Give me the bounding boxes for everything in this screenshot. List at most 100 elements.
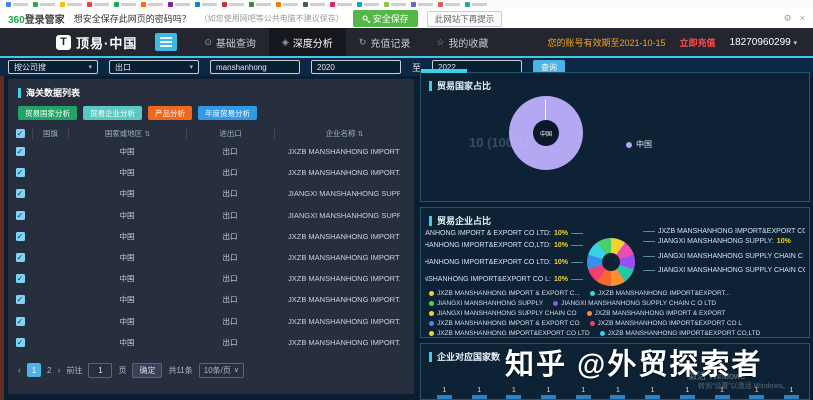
bookmark-item[interactable] bbox=[33, 2, 55, 7]
bookmark-item[interactable] bbox=[384, 2, 406, 7]
sort-icon[interactable]: ⇅ bbox=[144, 131, 150, 138]
prev-page-icon[interactable]: ‹ bbox=[18, 365, 21, 375]
column-country[interactable]: 国家或地区⇅ bbox=[68, 128, 186, 139]
row-checkbox[interactable]: ✓ bbox=[16, 317, 25, 326]
legend-item[interactable]: JIANGXI MANSHANHONG SUPPLY bbox=[429, 300, 543, 307]
menu-item[interactable]: ☆ 我的收藏 bbox=[423, 28, 501, 56]
menu-item[interactable]: ↻ 充值记录 bbox=[346, 28, 424, 56]
legend-item[interactable]: JIANGXI MANSHANHONG SUPPLY CHAIN C O LTD bbox=[553, 300, 716, 307]
page-2-button[interactable]: 2 bbox=[47, 366, 51, 375]
bar[interactable]: 1 bbox=[472, 387, 487, 399]
page-size-select[interactable]: 10条/页∨ bbox=[199, 363, 244, 378]
row-checkbox[interactable]: ✓ bbox=[16, 189, 25, 198]
legend-item[interactable]: JXZB MANSHANHONG IMPORT & EXPORT CO bbox=[429, 320, 580, 327]
select-all-checkbox[interactable]: ✓ bbox=[16, 129, 25, 138]
row-checkbox[interactable]: ✓ bbox=[16, 211, 25, 220]
row-company-name[interactable]: JXZB MANSHANHONG IMPORT ... bbox=[274, 253, 400, 262]
row-company-name[interactable]: JXZB MANSHANHONG IMPORT... bbox=[274, 338, 400, 347]
row-company-name[interactable]: JIANGXI MANSHANHONG SUPPLY bbox=[274, 189, 400, 198]
bookmark-item[interactable] bbox=[141, 2, 163, 7]
bookmark-item[interactable] bbox=[60, 2, 82, 7]
save-password-button[interactable]: 安全保存 bbox=[353, 10, 418, 27]
table-row[interactable]: ✓ 中国 出口 JXZB MANSHANHONG IMPORT ... bbox=[8, 141, 414, 162]
bookmark-item[interactable] bbox=[87, 2, 109, 7]
row-checkbox[interactable]: ✓ bbox=[16, 295, 25, 304]
legend-item[interactable]: JXZB MANSHANHONG IMPORT & EXPORT bbox=[587, 310, 726, 317]
bookmark-item[interactable] bbox=[195, 2, 217, 7]
next-page-icon[interactable]: › bbox=[57, 365, 60, 375]
table-row[interactable]: ✓ 中国 出口 JXZB MANSHANHONG IMPORT... bbox=[8, 332, 414, 353]
legend-item[interactable]: JXZB MANSHANHONG IMPORT&EXPORT CO L bbox=[590, 320, 742, 327]
bar[interactable]: 1 bbox=[680, 387, 695, 399]
table-row[interactable]: ✓ 中国 出口 JXZB MANSHANHONG IMPORT... bbox=[8, 289, 414, 310]
analysis-button[interactable]: 产品分析 bbox=[148, 106, 192, 120]
dismiss-password-bar-button[interactable]: 此网站下再提示 bbox=[427, 11, 503, 27]
bookmark-item[interactable] bbox=[465, 2, 487, 7]
table-row[interactable]: ✓ 中国 出口 JXZB MANSHANHONG IMPORT... bbox=[8, 311, 414, 332]
bar[interactable]: 1 bbox=[576, 387, 591, 399]
row-checkbox[interactable]: ✓ bbox=[16, 168, 25, 177]
column-company[interactable]: 企业名称⇅ bbox=[274, 128, 414, 139]
gear-icon[interactable]: ⚙ bbox=[784, 13, 792, 24]
trade-type-select[interactable]: 出口▾ bbox=[109, 60, 199, 74]
row-checkbox[interactable]: ✓ bbox=[16, 274, 25, 283]
row-checkbox[interactable]: ✓ bbox=[16, 338, 25, 347]
bookmark-label-stub bbox=[202, 3, 217, 6]
bookmark-item[interactable] bbox=[411, 2, 433, 7]
goto-confirm-button[interactable]: 确定 bbox=[132, 363, 162, 378]
legend-item[interactable]: JXZB MANSHANHONG IMPORT & EXPORT C... bbox=[429, 290, 580, 297]
row-company-name[interactable]: JXZB MANSHANHONG IMPORT... bbox=[274, 274, 400, 283]
row-company-name[interactable]: JXZB MANSHANHONG IMPORT ... bbox=[274, 147, 400, 156]
table-row[interactable]: ✓ 中国 出口 JXZB MANSHANHONG IMPORT... bbox=[8, 268, 414, 289]
legend-item[interactable]: JXZB MANSHANHONG IMPORT&EXPORT CO,LTD bbox=[600, 330, 761, 337]
goto-page-input[interactable]: 1 bbox=[88, 363, 112, 378]
bookmark-item[interactable] bbox=[222, 2, 244, 7]
analysis-button[interactable]: 贸易国家分析 bbox=[18, 106, 77, 120]
row-company-name[interactable]: JXZB MANSHANHONG IMPORT... bbox=[274, 295, 400, 304]
analysis-button[interactable]: 贸易企业分析 bbox=[83, 106, 142, 120]
bookmark-item[interactable] bbox=[438, 2, 460, 7]
search-type-select[interactable]: 按公司搜▾ bbox=[8, 60, 98, 74]
menu-item[interactable]: ◈ 深度分析 bbox=[269, 28, 346, 56]
row-company-name[interactable]: JIANGXI MANSHANHONG SUPP... bbox=[274, 211, 400, 220]
bookmark-item[interactable] bbox=[330, 2, 352, 7]
year-from-input[interactable]: 2020 bbox=[311, 60, 401, 74]
keyword-input[interactable]: manshanhong bbox=[210, 60, 300, 74]
legend-item[interactable]: JIANGXI MANSHANHONG SUPPLY CHAIN CO bbox=[429, 310, 577, 317]
recharge-link[interactable]: 立即充值 bbox=[680, 36, 716, 49]
row-checkbox[interactable]: ✓ bbox=[16, 147, 25, 156]
bar[interactable]: 1 bbox=[506, 387, 521, 399]
row-checkbox[interactable]: ✓ bbox=[16, 232, 25, 241]
close-icon[interactable]: × bbox=[800, 13, 805, 24]
hamburger-menu-icon[interactable] bbox=[155, 33, 177, 51]
bookmark-item[interactable] bbox=[303, 2, 325, 7]
page-1-button[interactable]: 1 bbox=[27, 363, 41, 377]
table-row[interactable]: ✓ 中国 出口 JIANGXI MANSHANHONG SUPP... bbox=[8, 205, 414, 226]
sort-icon[interactable]: ⇅ bbox=[358, 131, 364, 138]
bar[interactable]: 1 bbox=[645, 387, 660, 399]
bar[interactable]: 1 bbox=[437, 387, 452, 399]
row-checkbox[interactable]: ✓ bbox=[16, 253, 25, 262]
bar[interactable]: 1 bbox=[541, 387, 556, 399]
row-company-name[interactable]: JXZB MANSHANHONG IMPORT... bbox=[274, 317, 400, 326]
row-company-name[interactable]: JXZB MANSHANHONG IMPORT... bbox=[274, 168, 400, 177]
table-row[interactable]: ✓ 中国 出口 JIANGXI MANSHANHONG SUPPLY bbox=[8, 183, 414, 204]
bookmark-item[interactable] bbox=[114, 2, 136, 7]
bar[interactable]: 1 bbox=[610, 387, 625, 399]
row-company-name[interactable]: JXZB MANSHANHONG IMPORT ... bbox=[274, 232, 400, 241]
legend-item[interactable]: JXZB MANSHANHONG IMPORT&EXPORT... bbox=[590, 290, 730, 297]
menu-item[interactable]: ⊙ 基础查询 bbox=[191, 28, 269, 56]
table-row[interactable]: ✓ 中国 出口 JXZB MANSHANHONG IMPORT ... bbox=[8, 226, 414, 247]
left-edge-strip bbox=[0, 76, 4, 400]
bookmark-item[interactable] bbox=[357, 2, 379, 7]
analysis-button[interactable]: 年度贸易分析 bbox=[198, 106, 257, 120]
account-phone-dropdown[interactable]: 18270960299 ▾ bbox=[730, 37, 797, 48]
legend-item[interactable]: JXZB MANSHANHONG IMPORT&EXPORT CO LTD bbox=[429, 330, 590, 337]
chart-legend[interactable]: 中国 bbox=[626, 139, 652, 150]
bookmark-item[interactable] bbox=[249, 2, 271, 7]
bookmark-item[interactable] bbox=[6, 2, 28, 7]
bookmark-item[interactable] bbox=[276, 2, 298, 7]
bookmark-item[interactable] bbox=[168, 2, 190, 7]
table-row[interactable]: ✓ 中国 出口 JXZB MANSHANHONG IMPORT ... bbox=[8, 247, 414, 268]
table-row[interactable]: ✓ 中国 出口 JXZB MANSHANHONG IMPORT... bbox=[8, 162, 414, 183]
